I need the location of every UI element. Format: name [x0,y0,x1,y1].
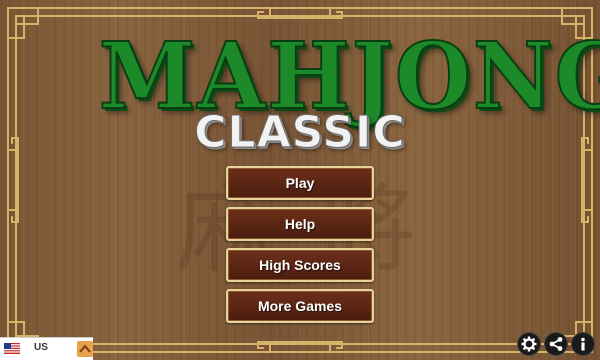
language-expand-button[interactable] [77,341,93,357]
settings-button[interactable] [518,333,540,355]
game-screen: 麻 將 MAHJONG CLASSIC Play Help High Score… [0,0,600,360]
game-subtitle: CLASSIC [194,107,406,159]
more-games-button[interactable]: More Games [226,289,374,323]
chevron-up-icon [79,344,91,353]
language-code: US [34,342,48,353]
high-scores-button[interactable]: High Scores [226,248,374,282]
share-button[interactable] [545,333,567,355]
play-button[interactable]: Play [226,166,374,200]
us-flag-icon [4,343,20,354]
info-button[interactable] [572,333,594,355]
gear-icon [521,336,537,352]
share-icon [549,337,563,351]
info-icon [581,337,585,351]
main-menu: Play Help High Scores More Games [226,166,374,330]
language-selector[interactable]: US [0,337,93,360]
help-button[interactable]: Help [226,207,374,241]
